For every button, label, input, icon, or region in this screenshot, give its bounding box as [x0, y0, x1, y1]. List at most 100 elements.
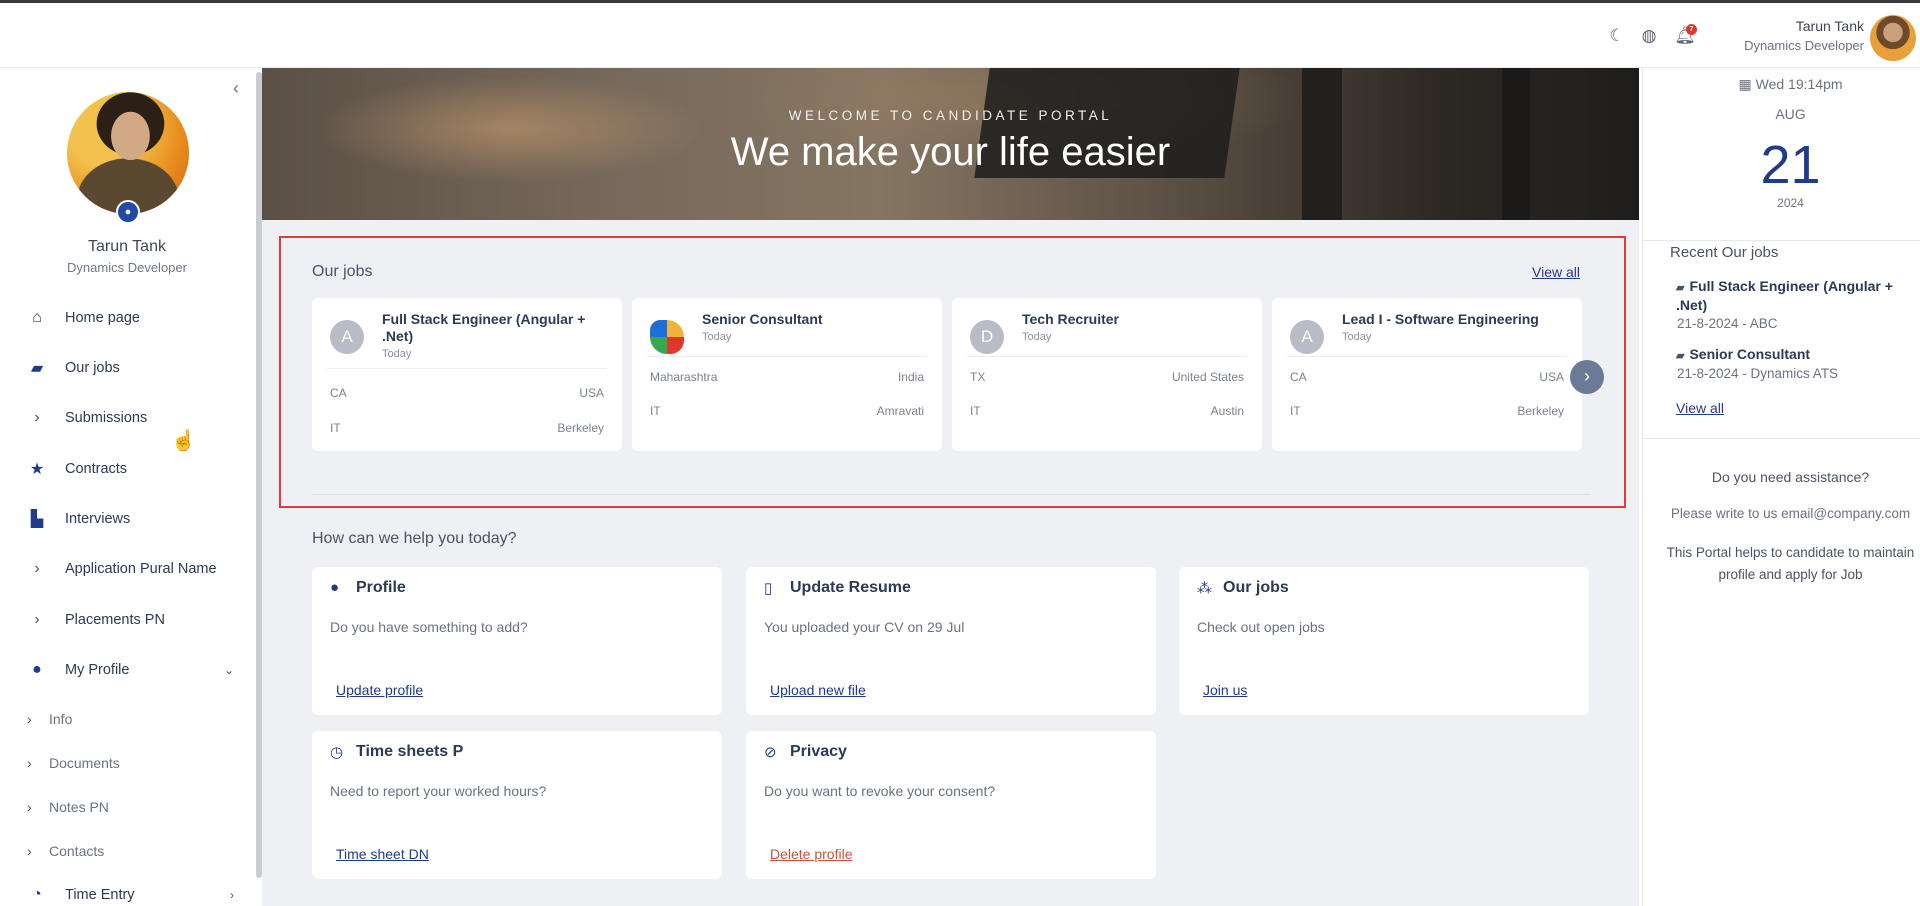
user-icon: ●: [32, 661, 42, 678]
view-all-jobs-link[interactable]: View all: [1532, 264, 1580, 280]
job-card[interactable]: A Lead I - Software Engineering Today CA…: [1272, 298, 1582, 451]
header-user-role: Dynamics Developer: [1744, 38, 1864, 53]
sidebar-item-home[interactable]: ⌂ Home page: [0, 300, 254, 336]
moon-icon[interactable]: ☾: [1604, 23, 1630, 49]
sidebar-item-submissions[interactable]: › Submissions: [0, 400, 254, 436]
chevron-right-icon: ›: [34, 611, 40, 628]
job-category-row: IT Amravati: [650, 404, 924, 418]
job-title: Tech Recruiter: [1022, 311, 1119, 327]
notification-badge: 7: [1686, 24, 1697, 35]
sidebar-item-placements[interactable]: › Placements PN: [0, 602, 254, 638]
card-title: Update Resume: [790, 579, 911, 596]
calendar-day: 21: [1760, 135, 1821, 195]
job-category-row: IT Berkeley: [1290, 404, 1564, 418]
our-jobs-title: Our jobs: [312, 263, 373, 280]
time-sheet-link[interactable]: Time sheet DN: [336, 846, 429, 862]
sidebar-subitem-info[interactable]: › Info: [0, 704, 254, 734]
sidebar-item-contracts[interactable]: ★ Contracts: [0, 451, 254, 487]
welcome-banner: WELCOME TO CANDIDATE PORTAL We make your…: [262, 68, 1639, 220]
job-title: Full Stack Engineer (Angular + .Net): [382, 311, 586, 344]
update-profile-link[interactable]: Update profile: [336, 682, 423, 698]
sidebar-item-label: Interviews: [65, 511, 131, 527]
chevron-right-icon: ›: [34, 560, 40, 577]
divider: [647, 356, 927, 357]
company-logo: D: [970, 320, 1004, 354]
view-all-recent-link[interactable]: View all: [1676, 400, 1724, 416]
chevron-down-icon: ⌄: [223, 663, 234, 677]
star-icon: ★: [29, 461, 45, 478]
bell-icon[interactable]: 🔔︎ 7: [1672, 23, 1698, 49]
carousel-next-button[interactable]: ›: [1570, 360, 1604, 394]
chevron-right-icon: ›: [27, 755, 32, 771]
calendar-month: AUG: [1775, 106, 1806, 122]
sidebar-item-label: Placements PN: [65, 612, 165, 628]
sidebar-item-applications[interactable]: › Application Pural Name: [0, 551, 254, 587]
company-logo: A: [1290, 320, 1324, 354]
delete-profile-link[interactable]: Delete profile: [770, 846, 853, 862]
sidebar-item-our-jobs[interactable]: ▰ Our jobs: [0, 350, 254, 386]
briefcase-icon: ▰: [1676, 350, 1685, 362]
sidebar-item-interviews[interactable]: ▙ Interviews: [0, 501, 254, 537]
job-country: USA: [1539, 370, 1564, 384]
job-posted: Today: [1022, 331, 1052, 343]
job-category: IT: [1290, 404, 1301, 418]
help-card-resume: ▯ Update Resume You uploaded your CV on …: [746, 567, 1156, 715]
assist-text-line-1: This Portal helps to candidate to mainta…: [1666, 545, 1915, 560]
group-icon: ⁂: [1197, 580, 1212, 597]
chevron-right-icon: ›: [27, 799, 32, 815]
profile-avatar: [67, 92, 189, 214]
job-card[interactable]: A Full Stack Engineer (Angular + .Net) T…: [312, 298, 622, 451]
job-location-row: CA USA: [1290, 370, 1564, 384]
sidebar-subitem-notes[interactable]: › Notes PN: [0, 792, 254, 822]
card-title: Our jobs: [1223, 579, 1289, 596]
globe-icon[interactable]: ◍: [1636, 23, 1662, 49]
job-state: TX: [970, 370, 986, 384]
help-card-privacy: ⊘ Privacy Do you want to revoke your con…: [746, 731, 1156, 879]
divider: [1287, 356, 1567, 357]
chevron-right-icon: ›: [230, 888, 234, 902]
section-divider: [312, 494, 1590, 495]
job-city: Berkeley: [557, 421, 604, 435]
join-us-link[interactable]: Join us: [1203, 682, 1247, 698]
job-posted: Today: [1342, 331, 1372, 343]
header-user-info[interactable]: Tarun Tank Dynamics Developer: [1744, 18, 1864, 53]
upload-file-link[interactable]: Upload new file: [770, 682, 866, 698]
card-title: Time sheets P: [356, 743, 464, 760]
header-user-name: Tarun Tank: [1795, 18, 1864, 34]
job-country: United States: [1171, 370, 1244, 384]
card-description: Do you want to revoke your consent?: [764, 783, 996, 799]
sidebar-subitem-label: Info: [49, 711, 73, 727]
file-icon: ▯: [764, 580, 773, 597]
recent-job-item[interactable]: ▰ Full Stack Engineer (Angular + .Net): [1676, 278, 1906, 314]
sidebar-item-my-profile[interactable]: ● My Profile ⌄: [0, 652, 254, 688]
job-card[interactable]: Senior Consultant Today Maharashtra Indi…: [632, 298, 942, 451]
company-logo: [650, 320, 684, 354]
sidebar-item-label: Contracts: [65, 461, 128, 477]
date-text: Wed 19:14pm: [1755, 76, 1843, 92]
recent-job-item[interactable]: ▰ Senior Consultant: [1676, 346, 1906, 365]
recent-job-meta: 21-8-2024 - ABC: [1677, 316, 1778, 331]
job-card[interactable]: D Tech Recruiter Today TX United States …: [952, 298, 1262, 451]
chevron-right-icon: ›: [27, 843, 32, 859]
sidebar-subitem-documents[interactable]: › Documents: [0, 748, 254, 778]
chevron-right-icon: ›: [27, 711, 32, 727]
job-state: CA: [1290, 370, 1307, 384]
job-posted: Today: [702, 331, 732, 343]
sidebar-item-label: Time Entry: [65, 887, 135, 903]
job-category: IT: [650, 404, 661, 418]
collapse-sidebar-icon[interactable]: ‹: [226, 78, 246, 98]
sidebar-item-label: Our jobs: [65, 360, 120, 376]
main-content: WELCOME TO CANDIDATE PORTAL We make your…: [262, 68, 1639, 906]
header-avatar[interactable]: [1870, 15, 1916, 61]
camera-icon[interactable]: ●: [116, 200, 140, 224]
clock-icon: ◷: [330, 744, 344, 761]
sidebar-subitem-contacts[interactable]: › Contacts: [0, 836, 254, 866]
sidebar-item-time-entry[interactable]: ◔ Time Entry ›: [0, 877, 254, 906]
job-location-row: Maharashtra India: [650, 370, 924, 384]
calendar-year: 2024: [1777, 196, 1804, 210]
job-location-row: CA USA: [330, 386, 604, 400]
clock-icon: ◔: [32, 886, 42, 903]
user-icon: ●: [330, 579, 340, 596]
assist-text-line-2: profile and apply for Job: [1718, 567, 1863, 582]
assist-email: Please write to us email@company.com: [1670, 506, 1911, 521]
